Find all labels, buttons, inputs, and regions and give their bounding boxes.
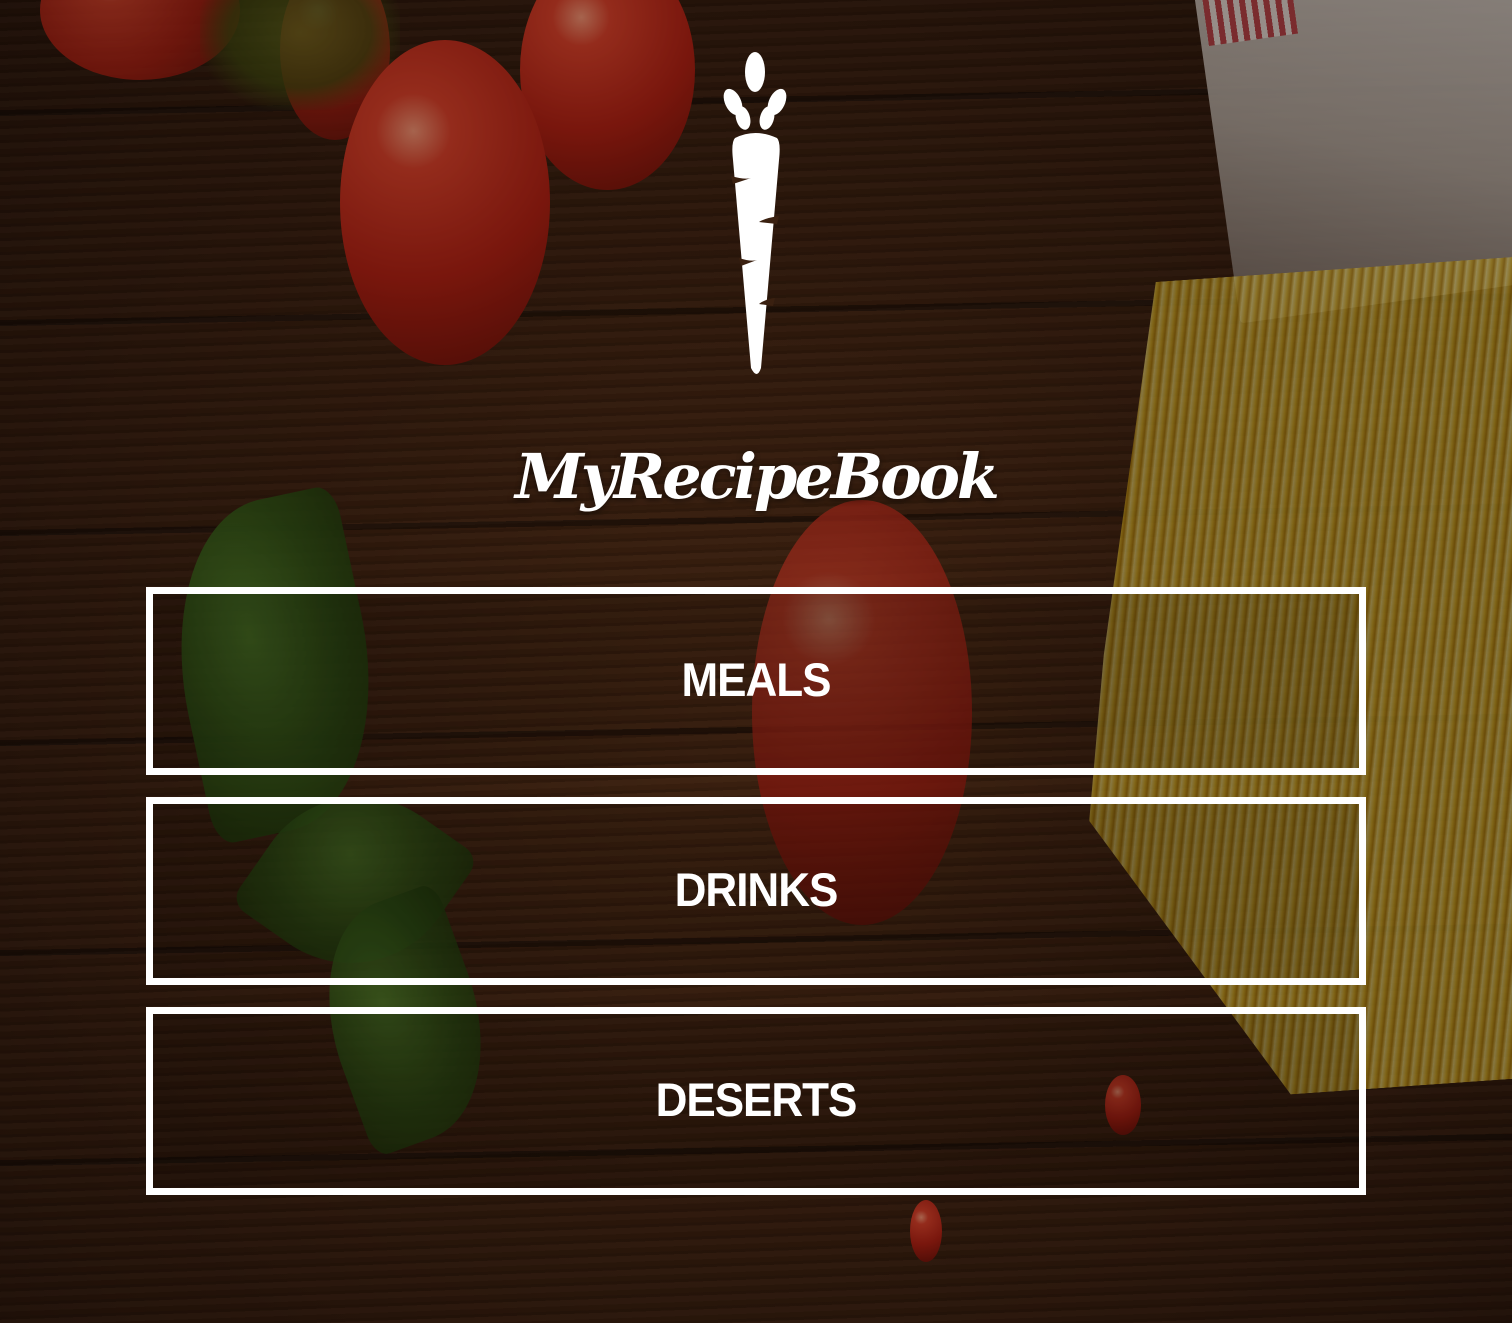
- deserts-button[interactable]: DESERTS: [146, 1007, 1366, 1195]
- background-tomato: [520, 0, 695, 190]
- app-brand-name: MyRecipeBook: [515, 440, 1000, 513]
- background-tomato: [40, 0, 240, 80]
- background-peppercorn: [910, 1200, 942, 1262]
- deserts-button-label: DESERTS: [655, 1074, 858, 1127]
- drinks-button[interactable]: DRINKS: [146, 797, 1366, 985]
- meals-button[interactable]: MEALS: [146, 587, 1366, 775]
- background-napkin: [1193, 0, 1512, 324]
- drinks-button-label: DRINKS: [674, 864, 839, 917]
- background-tomato: [340, 40, 550, 365]
- background-napkin-stripe: [1201, 0, 1299, 47]
- background-tomato-stem: [200, 0, 400, 110]
- home-screen: MyRecipeBook MEALS DRINKS DESERTS: [0, 0, 1512, 1323]
- carrot-icon: [705, 50, 805, 380]
- meals-button-label: MEALS: [681, 654, 832, 707]
- background-tomato: [280, 0, 390, 140]
